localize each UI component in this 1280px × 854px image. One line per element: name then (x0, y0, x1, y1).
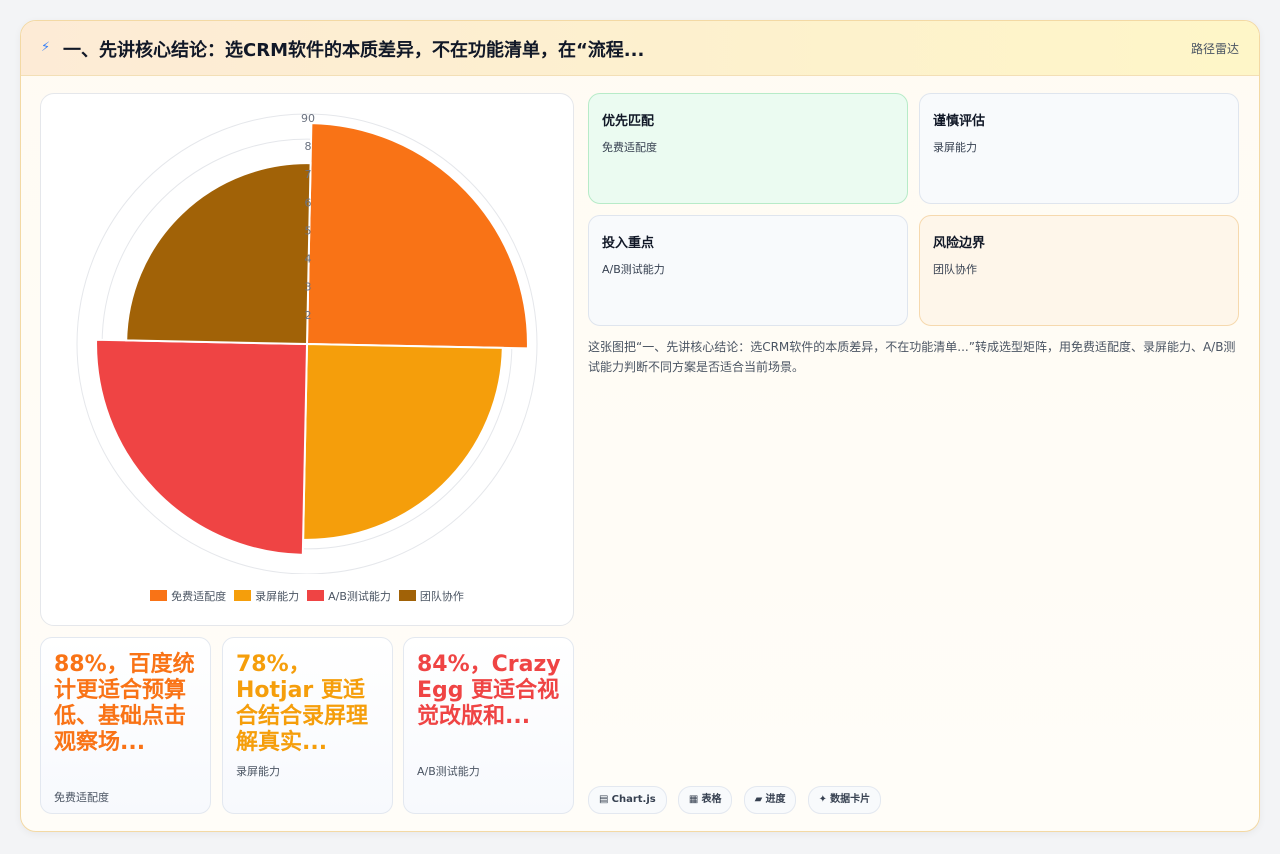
polar-slice-3 (95, 338, 309, 556)
stat-value: 84%，Crazy Egg 更适合视觉改版和... (417, 652, 561, 729)
radial-tick-label: 8 (305, 140, 312, 153)
stat-card-free: 88%，百度统计更适合预算低、基础点击观察场... 免费适配度 (40, 637, 211, 814)
sparkle-icon: ✦ (818, 794, 827, 805)
legend-item[interactable]: A/B测试能力 (307, 588, 391, 604)
progress-icon: ▰ (754, 794, 763, 805)
radial-tick-label: 90 (301, 112, 315, 125)
quadrant-careful-evaluation[interactable]: 谨慎评估 录屏能力 (919, 93, 1239, 204)
legend-swatch (307, 590, 325, 601)
stat-card-recording: 78%，Hotjar 更适合结合录屏理解真实... 录屏能力 (222, 637, 393, 814)
stat-label: 录屏能力 (236, 765, 280, 778)
radial-tick-label: 6 (305, 196, 312, 209)
polar-slice-1 (305, 122, 529, 350)
quadrant-subtitle: 免费适配度 (602, 141, 657, 154)
chip-chartjs[interactable]: ▤ Chart.js (588, 786, 667, 814)
stat-card-abtest: 84%，Crazy Egg 更适合视觉改版和... A/B测试能力 (403, 637, 574, 814)
legend-label: A/B测试能力 (328, 590, 391, 603)
polar-slice-2 (302, 342, 504, 541)
lightning-bolt-icon: ⚡ (41, 40, 51, 55)
polar-area-chart: 90 8 7 6 5 4 3 2 (76, 112, 538, 574)
chart-type-tag[interactable]: 路径雷达 (1191, 40, 1239, 57)
legend-item[interactable]: 录屏能力 (234, 588, 299, 604)
stat-value: 88%，百度统计更适合预算低、基础点击观察场... (54, 652, 195, 755)
quadrant-title: 风险边界 (933, 236, 986, 251)
quadrant-title: 投入重点 (602, 236, 655, 251)
legend-label: 团队协作 (419, 590, 464, 603)
legend-label: 录屏能力 (255, 590, 300, 603)
card-header: ⚡ 一、先讲核心结论：选CRM软件的本质差异，不在功能清单，在“流程... 路径… (21, 21, 1259, 76)
chip-data-cards[interactable]: ✦ 数据卡片 (807, 786, 882, 814)
legend-swatch (398, 590, 416, 601)
polar-area-chart-panel: 90 8 7 6 5 4 3 2 免费适配度 录屏能力 A/B测试能力 团队协作 (40, 93, 574, 626)
chip-table[interactable]: ▦ 表格 (677, 786, 733, 814)
chip-progress[interactable]: ▰ 进度 (743, 786, 797, 814)
table-icon: ▦ (688, 794, 699, 805)
quadrant-subtitle: 团队协作 (933, 263, 977, 276)
legend-swatch (234, 590, 252, 601)
radial-tick-label: 2 (305, 309, 312, 322)
page-title: 一、先讲核心结论：选CRM软件的本质差异，不在功能清单，在“流程... (63, 40, 645, 61)
radial-tick-label: 3 (305, 281, 312, 294)
radial-tick-label: 5 (305, 225, 312, 238)
chart-legend: 免费适配度 录屏能力 A/B测试能力 团队协作 (41, 588, 573, 604)
quadrant-title: 谨慎评估 (933, 114, 986, 129)
analysis-card: ⚡ 一、先讲核心结论：选CRM软件的本质差异，不在功能清单，在“流程... 路径… (20, 20, 1260, 832)
legend-swatch (150, 590, 168, 601)
legend-label: 免费适配度 (171, 590, 227, 603)
quadrant-subtitle: A/B测试能力 (602, 263, 665, 276)
polar-slice-4 (125, 162, 312, 346)
quadrant-title: 优先匹配 (602, 114, 655, 129)
stat-label: 免费适配度 (54, 791, 109, 804)
quadrant-risk-boundary[interactable]: 风险边界 团队协作 (919, 215, 1239, 326)
feature-chips: ▤ Chart.js ▦ 表格 ▰ 进度 ✦ 数据卡片 (588, 786, 887, 814)
radial-tick-label: 4 (305, 253, 312, 266)
legend-item[interactable]: 免费适配度 (150, 588, 226, 604)
chart-description: 这张图把“一、先讲核心结论：选CRM软件的本质差异，不在功能清单...”转成选型… (588, 340, 1236, 374)
quadrant-investment-focus[interactable]: 投入重点 A/B测试能力 (588, 215, 908, 326)
chart-icon: ▤ (599, 794, 609, 805)
quadrant-priority-match[interactable]: 优先匹配 免费适配度 (588, 93, 908, 204)
radial-tick-label: 7 (305, 168, 312, 181)
quadrant-subtitle: 录屏能力 (933, 141, 977, 154)
legend-item[interactable]: 团队协作 (398, 588, 464, 604)
stat-label: A/B测试能力 (417, 765, 480, 778)
stat-value: 78%，Hotjar 更适合结合录屏理解真实... (236, 652, 369, 755)
